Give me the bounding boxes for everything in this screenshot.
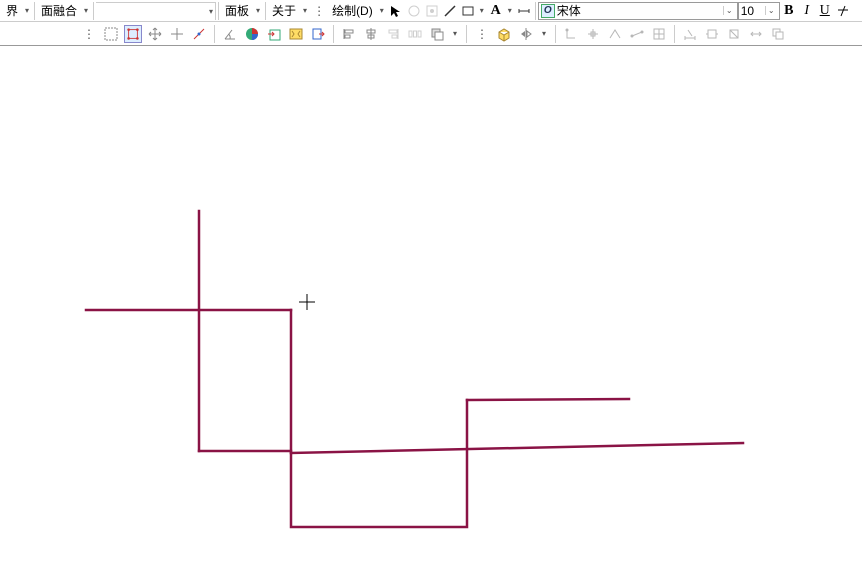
chevron-down-icon[interactable]: ▾ xyxy=(22,6,32,15)
crosshair-cursor-icon xyxy=(299,294,315,310)
chevron-down-icon[interactable]: ▾ xyxy=(377,6,387,15)
empty-dropdown-1[interactable]: ▾ xyxy=(96,2,216,20)
snap-3-icon[interactable] xyxy=(606,25,624,43)
circle-icon[interactable] xyxy=(405,2,423,20)
bold-button[interactable]: B xyxy=(780,2,798,20)
menu-draw[interactable]: 绘制(D) xyxy=(328,1,377,21)
dim-2-icon[interactable] xyxy=(703,25,721,43)
separator xyxy=(214,25,215,43)
drawing-canvas[interactable] xyxy=(0,46,862,569)
world-icon[interactable] xyxy=(287,25,305,43)
align-center-icon[interactable] xyxy=(362,25,380,43)
grip-icon: ⋮ xyxy=(80,25,98,43)
angle-icon[interactable] xyxy=(221,25,239,43)
text-align-icon[interactable] xyxy=(834,2,852,20)
polyline-drawing xyxy=(86,211,743,527)
target-icon[interactable] xyxy=(423,2,441,20)
chevron-down-icon[interactable]: ▾ xyxy=(477,6,487,15)
box-icon[interactable] xyxy=(495,25,513,43)
font-size-combo[interactable]: 10 ⌄ xyxy=(738,2,780,20)
dim-3-icon[interactable] xyxy=(725,25,743,43)
chevron-down-icon[interactable]: ▾ xyxy=(253,6,263,15)
snap-2-icon[interactable] xyxy=(584,25,602,43)
crosshair-icon[interactable] xyxy=(168,25,186,43)
separator xyxy=(535,2,536,20)
separator xyxy=(93,2,94,20)
menu-about[interactable]: 关于 xyxy=(268,1,300,21)
chevron-down-icon: ⌄ xyxy=(723,6,735,15)
layer-in-icon[interactable] xyxy=(265,25,283,43)
separator xyxy=(555,25,556,43)
chevron-down-icon[interactable]: ▾ xyxy=(505,6,515,15)
dim-4-icon[interactable] xyxy=(747,25,765,43)
toolbar-grip-icon: ⋮ xyxy=(310,2,328,20)
snap-4-icon[interactable] xyxy=(628,25,646,43)
line-icon[interactable] xyxy=(441,2,459,20)
exit-icon[interactable] xyxy=(309,25,327,43)
layers-icon[interactable] xyxy=(769,25,787,43)
font-size-value: 10 xyxy=(741,4,763,18)
snap-1-icon[interactable] xyxy=(562,25,580,43)
tool-toolbar: ⋮ ▾ ⋮ ▾ xyxy=(0,22,862,46)
send-back-icon[interactable] xyxy=(428,25,446,43)
move-icon[interactable] xyxy=(146,25,164,43)
font-name-combo[interactable]: O 宋体 ⌄ xyxy=(538,2,738,20)
separator xyxy=(674,25,675,43)
font-type-icon: O xyxy=(541,4,555,18)
chevron-down-icon[interactable]: ▾ xyxy=(539,29,549,38)
rectangle-icon[interactable] xyxy=(459,2,477,20)
chevron-down-icon[interactable]: ▾ xyxy=(81,6,91,15)
separator xyxy=(333,25,334,43)
grip-icon: ⋮ xyxy=(473,25,491,43)
underline-button[interactable]: U xyxy=(816,2,834,20)
select-rect-icon[interactable] xyxy=(102,25,120,43)
separator xyxy=(34,2,35,20)
canvas-svg xyxy=(0,46,862,569)
select-poly-icon[interactable] xyxy=(124,25,142,43)
pointer-icon[interactable] xyxy=(387,2,405,20)
menu-toolbar: 界 ▾ 面融合 ▾ ▾ 面板 ▾ 关于 ▾ ⋮ 绘制(D) ▾ ▾ A ▾ O … xyxy=(0,0,862,22)
pie-icon[interactable] xyxy=(243,25,261,43)
menu-panel[interactable]: 面板 xyxy=(221,1,253,21)
flip-h-icon[interactable] xyxy=(517,25,535,43)
chevron-down-icon[interactable]: ▾ xyxy=(450,29,460,38)
align-left-icon[interactable] xyxy=(340,25,358,43)
align-right-icon[interactable] xyxy=(384,25,402,43)
separator xyxy=(265,2,266,20)
font-name-value: 宋体 xyxy=(557,2,721,19)
distribute-h-icon[interactable] xyxy=(406,25,424,43)
dimension-icon[interactable] xyxy=(515,2,533,20)
dim-1-icon[interactable] xyxy=(681,25,699,43)
menu-boundary[interactable]: 界 xyxy=(2,1,22,21)
chevron-down-icon: ⌄ xyxy=(765,6,777,15)
chevron-down-icon[interactable]: ▾ xyxy=(300,6,310,15)
separator xyxy=(218,2,219,20)
menu-face-merge[interactable]: 面融合 xyxy=(37,1,81,21)
snap-grid-icon[interactable] xyxy=(650,25,668,43)
text-icon[interactable]: A xyxy=(487,2,505,20)
separator xyxy=(466,25,467,43)
italic-button[interactable]: I xyxy=(798,2,816,20)
pivot-icon[interactable] xyxy=(190,25,208,43)
